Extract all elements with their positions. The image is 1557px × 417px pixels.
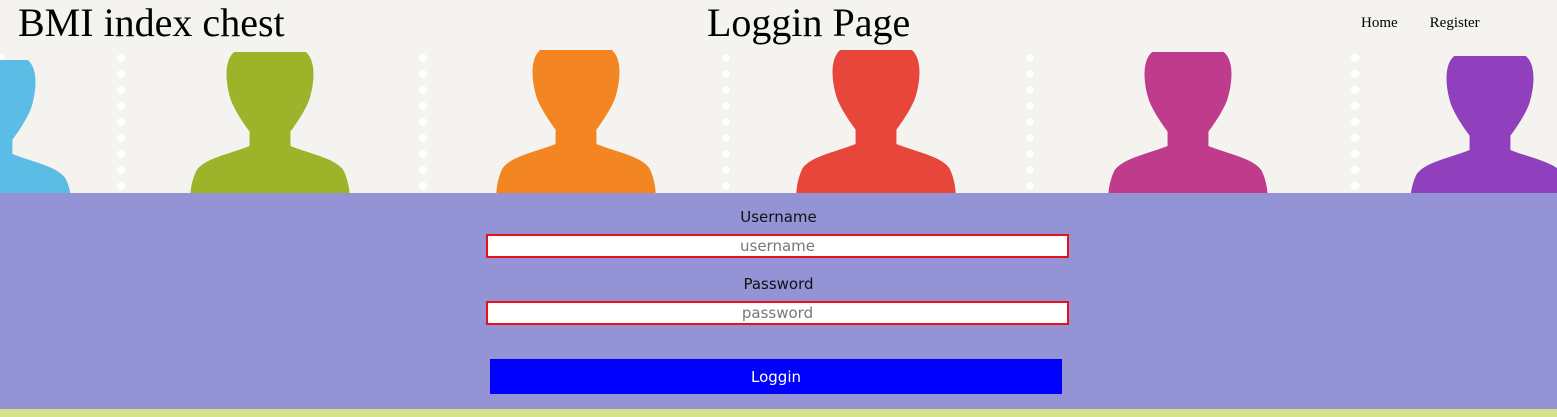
nav-register-link[interactable]: Register (1430, 14, 1480, 32)
password-input[interactable] (486, 301, 1069, 325)
person-silhouette-icon (0, 60, 72, 193)
silhouettes-group (0, 50, 1557, 193)
person-silhouette-icon (1410, 56, 1557, 193)
person-silhouette-icon (190, 52, 350, 193)
login-button[interactable]: Loggin (490, 359, 1062, 394)
person-silhouette-icon (496, 50, 656, 193)
site-title: BMI index chest (18, 0, 285, 45)
header-banner: BMI index chest Loggin Page Home Registe… (0, 0, 1557, 193)
top-nav: Home Register (1361, 14, 1480, 32)
person-silhouette-icon (796, 50, 956, 193)
footer-strip (0, 409, 1557, 417)
person-silhouette-icon (1108, 52, 1268, 193)
login-form: Username Password Loggin (0, 193, 1557, 409)
page-title: Loggin Page (707, 0, 911, 45)
password-label: Password (743, 275, 814, 293)
username-input[interactable] (486, 234, 1069, 258)
username-label: Username (740, 208, 817, 226)
nav-home-link[interactable]: Home (1361, 14, 1398, 32)
